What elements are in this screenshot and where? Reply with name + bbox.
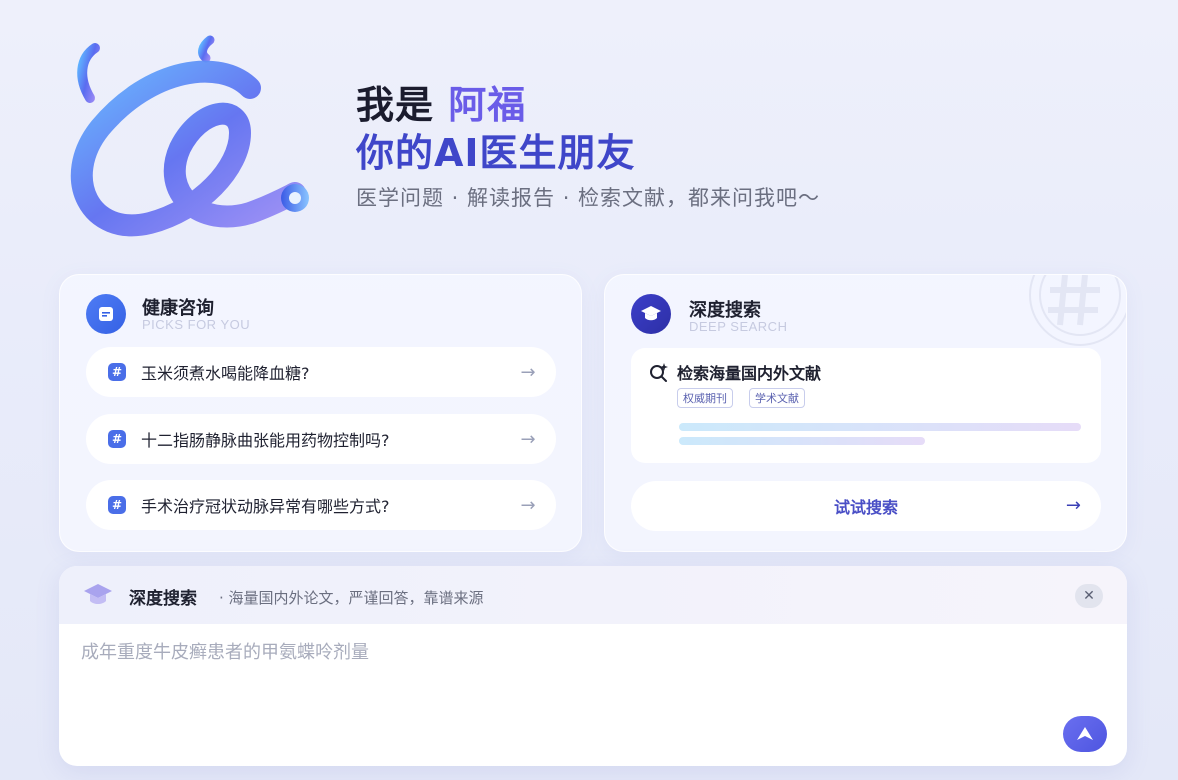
search-preview: 检索海量国内外文献 权威期刊 学术文献 [631,348,1101,463]
graduation-cap-icon [631,294,671,334]
placeholder-bar [679,437,925,445]
input-mode-header: 深度搜索 · 海量国内外论文，严谨回答，靠谱来源 ✕ [59,566,1127,624]
tag: 学术文献 [749,388,805,408]
health-card-subtitle: PICKS FOR YOU [142,317,251,332]
chat-input-panel: 深度搜索 · 海量国内外论文，严谨回答，靠谱来源 ✕ [59,566,1127,766]
try-search-button[interactable]: 试试搜索 → [631,481,1101,531]
try-search-label: 试试搜索 [833,498,898,517]
tag: 权威期刊 [677,388,733,408]
placeholder-bar [679,423,1081,431]
hero-title-prefix: 我是 [356,83,435,127]
hash-icon: # [108,430,126,448]
send-button[interactable] [1063,716,1107,752]
arrow-right-icon: → [520,361,536,383]
input-mode-subtitle: · 海量国内外论文，严谨回答，靠谱来源 [219,589,484,607]
question-item[interactable]: # 十二指肠静脉曲张能用药物控制吗? → [86,414,556,464]
hero-tagline: 你的AI医生朋友 [356,131,636,175]
afu-logo [70,35,309,237]
arrow-right-icon: → [520,428,536,450]
hero-title-name: 阿福 [448,83,527,127]
hero-title: 我是 阿福 [356,74,526,129]
hash-icon: # [108,363,126,381]
close-icon[interactable]: ✕ [1075,584,1103,608]
question-item[interactable]: # 玉米须煮水喝能降血糖? → [86,347,556,397]
health-consult-card: 健康咨询 PICKS FOR YOU # 玉米须煮水喝能降血糖? → # 十二指… [59,274,582,552]
document-icon [86,294,126,334]
question-text: 手术治疗冠状动脉异常有哪些方式? [141,497,390,516]
question-input[interactable] [81,642,1061,663]
deep-search-card: 深度搜索 DEEP SEARCH 检索海量国内外文献 权威期刊 学术文献 试试搜… [604,274,1127,552]
deep-card-subtitle: DEEP SEARCH [689,319,788,334]
hash-icon: # [108,496,126,514]
arrow-right-icon: → [520,494,536,516]
search-sparkle-icon [650,363,668,382]
question-text: 十二指肠静脉曲张能用药物控制吗? [141,431,390,450]
question-item[interactable]: # 手术治疗冠状动脉异常有哪些方式? → [86,480,556,530]
hero-subtitle: 医学问题 · 解读报告 · 检索文献，都来问我吧～ [356,186,821,210]
search-preview-title: 检索海量国内外文献 [677,364,822,383]
arrow-right-icon: → [1065,495,1081,516]
graduation-cap-icon [84,584,112,604]
input-mode-title: 深度搜索 [129,589,197,609]
watermark-icon [1029,275,1126,346]
question-text: 玉米须煮水喝能降血糖? [141,364,310,383]
send-arrow-icon [1077,727,1093,740]
